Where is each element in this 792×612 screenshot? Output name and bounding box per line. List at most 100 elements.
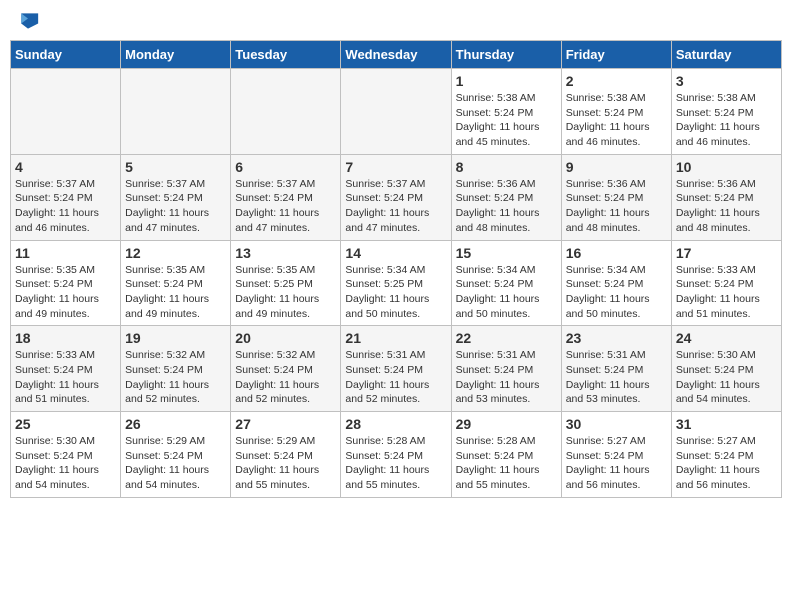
calendar-cell: 25 Sunrise: 5:30 AMSunset: 5:24 PMDayligh… xyxy=(11,412,121,498)
calendar-cell xyxy=(231,69,341,155)
day-number: 27 xyxy=(235,416,336,432)
calendar-cell: 9 Sunrise: 5:36 AMSunset: 5:24 PMDaylight… xyxy=(561,154,671,240)
day-number: 28 xyxy=(345,416,446,432)
calendar-cell: 6 Sunrise: 5:37 AMSunset: 5:24 PMDaylight… xyxy=(231,154,341,240)
calendar-cell: 30Sunrise: 5:27 AMSunset: 5:24 PMDayligh… xyxy=(561,412,671,498)
calendar-cell: 21 Sunrise: 5:31 AMSunset: 5:24 PMDayligh… xyxy=(341,326,451,412)
day-number: 16 xyxy=(566,245,667,261)
day-number: 29 xyxy=(456,416,557,432)
day-number: 17 xyxy=(676,245,777,261)
day-number: 7 xyxy=(345,159,446,175)
day-info: Sunrise: 5:38 AMSunset: 5:24 PMDaylight:… xyxy=(566,91,667,150)
day-info: Sunrise: 5:37 AMSunset: 5:24 PMDaylight:… xyxy=(345,177,446,236)
calendar-cell: 14 Sunrise: 5:34 AMSunset: 5:25 PMDayligh… xyxy=(341,240,451,326)
day-number: 18 xyxy=(15,330,116,346)
day-number: 15 xyxy=(456,245,557,261)
day-number: 12 xyxy=(125,245,226,261)
calendar-cell xyxy=(11,69,121,155)
day-info: Sunrise: 5:33 AMSunset: 5:24 PMDaylight:… xyxy=(676,263,777,322)
day-number: 25 xyxy=(15,416,116,432)
day-number: 13 xyxy=(235,245,336,261)
day-info: Sunrise: 5:27 AMSunset: 5:24 PMDaylight:… xyxy=(676,434,777,493)
calendar-week-row: 1 Sunrise: 5:38 AMSunset: 5:24 PMDaylight… xyxy=(11,69,782,155)
day-info: Sunrise: 5:32 AMSunset: 5:24 PMDaylight:… xyxy=(125,348,226,407)
calendar-week-row: 4 Sunrise: 5:37 AMSunset: 5:24 PMDaylight… xyxy=(11,154,782,240)
calendar-week-row: 25 Sunrise: 5:30 AMSunset: 5:24 PMDayligh… xyxy=(11,412,782,498)
calendar-cell: 15 Sunrise: 5:34 AMSunset: 5:24 PMDayligh… xyxy=(451,240,561,326)
calendar-cell: 16 Sunrise: 5:34 AMSunset: 5:24 PMDayligh… xyxy=(561,240,671,326)
day-info: Sunrise: 5:35 AMSunset: 5:24 PMDaylight:… xyxy=(15,263,116,322)
day-number: 14 xyxy=(345,245,446,261)
day-number: 19 xyxy=(125,330,226,346)
day-number: 1 xyxy=(456,73,557,89)
day-number: 20 xyxy=(235,330,336,346)
day-info: Sunrise: 5:30 AMSunset: 5:24 PMDaylight:… xyxy=(15,434,116,493)
day-info: Sunrise: 5:28 AMSunset: 5:24 PMDaylight:… xyxy=(345,434,446,493)
calendar-cell: 17 Sunrise: 5:33 AMSunset: 5:24 PMDayligh… xyxy=(671,240,781,326)
col-header-thursday: Thursday xyxy=(451,41,561,69)
calendar-week-row: 18 Sunrise: 5:33 AMSunset: 5:24 PMDayligh… xyxy=(11,326,782,412)
calendar-cell: 19 Sunrise: 5:32 AMSunset: 5:24 PMDayligh… xyxy=(121,326,231,412)
calendar-cell: 23 Sunrise: 5:31 AMSunset: 5:24 PMDayligh… xyxy=(561,326,671,412)
day-info: Sunrise: 5:36 AMSunset: 5:24 PMDaylight:… xyxy=(456,177,557,236)
day-number: 24 xyxy=(676,330,777,346)
day-info: Sunrise: 5:36 AMSunset: 5:24 PMDaylight:… xyxy=(566,177,667,236)
day-number: 9 xyxy=(566,159,667,175)
day-info: Sunrise: 5:37 AMSunset: 5:24 PMDaylight:… xyxy=(125,177,226,236)
calendar-week-row: 11 Sunrise: 5:35 AMSunset: 5:24 PMDayligh… xyxy=(11,240,782,326)
calendar-cell: 31Sunrise: 5:27 AMSunset: 5:24 PMDayligh… xyxy=(671,412,781,498)
calendar-cell: 4Sunrise: 5:37 AMSunset: 5:24 PMDaylight… xyxy=(11,154,121,240)
calendar-cell: 22 Sunrise: 5:31 AMSunset: 5:24 PMDayligh… xyxy=(451,326,561,412)
page-header xyxy=(10,10,782,32)
calendar-cell: 5 Sunrise: 5:37 AMSunset: 5:24 PMDaylight… xyxy=(121,154,231,240)
calendar-cell: 12 Sunrise: 5:35 AMSunset: 5:24 PMDayligh… xyxy=(121,240,231,326)
day-info: Sunrise: 5:34 AMSunset: 5:24 PMDaylight:… xyxy=(566,263,667,322)
day-number: 2 xyxy=(566,73,667,89)
day-number: 10 xyxy=(676,159,777,175)
day-number: 6 xyxy=(235,159,336,175)
day-info: Sunrise: 5:29 AMSunset: 5:24 PMDaylight:… xyxy=(125,434,226,493)
day-info: Sunrise: 5:35 AMSunset: 5:24 PMDaylight:… xyxy=(125,263,226,322)
day-number: 11 xyxy=(15,245,116,261)
day-number: 4 xyxy=(15,159,116,175)
day-info: Sunrise: 5:34 AMSunset: 5:24 PMDaylight:… xyxy=(456,263,557,322)
calendar-table: SundayMondayTuesdayWednesdayThursdayFrid… xyxy=(10,40,782,498)
day-info: Sunrise: 5:36 AMSunset: 5:24 PMDaylight:… xyxy=(676,177,777,236)
logo xyxy=(14,10,46,32)
day-number: 26 xyxy=(125,416,226,432)
calendar-cell: 10 Sunrise: 5:36 AMSunset: 5:24 PMDayligh… xyxy=(671,154,781,240)
day-info: Sunrise: 5:34 AMSunset: 5:25 PMDaylight:… xyxy=(345,263,446,322)
calendar-cell: 1Sunrise: 5:38 AMSunset: 5:24 PMDaylight… xyxy=(451,69,561,155)
calendar-cell: 2 Sunrise: 5:38 AMSunset: 5:24 PMDaylight… xyxy=(561,69,671,155)
day-info: Sunrise: 5:38 AMSunset: 5:24 PMDaylight:… xyxy=(676,91,777,150)
calendar-cell xyxy=(121,69,231,155)
day-number: 5 xyxy=(125,159,226,175)
day-number: 8 xyxy=(456,159,557,175)
col-header-friday: Friday xyxy=(561,41,671,69)
col-header-monday: Monday xyxy=(121,41,231,69)
day-info: Sunrise: 5:33 AMSunset: 5:24 PMDaylight:… xyxy=(15,348,116,407)
day-info: Sunrise: 5:31 AMSunset: 5:24 PMDaylight:… xyxy=(566,348,667,407)
day-info: Sunrise: 5:30 AMSunset: 5:24 PMDaylight:… xyxy=(676,348,777,407)
calendar-cell: 3Sunrise: 5:38 AMSunset: 5:24 PMDaylight… xyxy=(671,69,781,155)
calendar-cell: 8 Sunrise: 5:36 AMSunset: 5:24 PMDaylight… xyxy=(451,154,561,240)
day-info: Sunrise: 5:32 AMSunset: 5:24 PMDaylight:… xyxy=(235,348,336,407)
calendar-cell: 18 Sunrise: 5:33 AMSunset: 5:24 PMDayligh… xyxy=(11,326,121,412)
day-info: Sunrise: 5:37 AMSunset: 5:24 PMDaylight:… xyxy=(235,177,336,236)
logo-icon xyxy=(14,10,42,32)
col-header-saturday: Saturday xyxy=(671,41,781,69)
calendar-cell: 28 Sunrise: 5:28 AMSunset: 5:24 PMDayligh… xyxy=(341,412,451,498)
col-header-sunday: Sunday xyxy=(11,41,121,69)
day-number: 23 xyxy=(566,330,667,346)
day-info: Sunrise: 5:28 AMSunset: 5:24 PMDaylight:… xyxy=(456,434,557,493)
col-header-wednesday: Wednesday xyxy=(341,41,451,69)
day-info: Sunrise: 5:29 AMSunset: 5:24 PMDaylight:… xyxy=(235,434,336,493)
col-header-tuesday: Tuesday xyxy=(231,41,341,69)
calendar-header-row: SundayMondayTuesdayWednesdayThursdayFrid… xyxy=(11,41,782,69)
day-number: 22 xyxy=(456,330,557,346)
day-number: 21 xyxy=(345,330,446,346)
calendar-cell: 29 Sunrise: 5:28 AMSunset: 5:24 PMDayligh… xyxy=(451,412,561,498)
day-info: Sunrise: 5:31 AMSunset: 5:24 PMDaylight:… xyxy=(456,348,557,407)
day-number: 30 xyxy=(566,416,667,432)
day-info: Sunrise: 5:31 AMSunset: 5:24 PMDaylight:… xyxy=(345,348,446,407)
